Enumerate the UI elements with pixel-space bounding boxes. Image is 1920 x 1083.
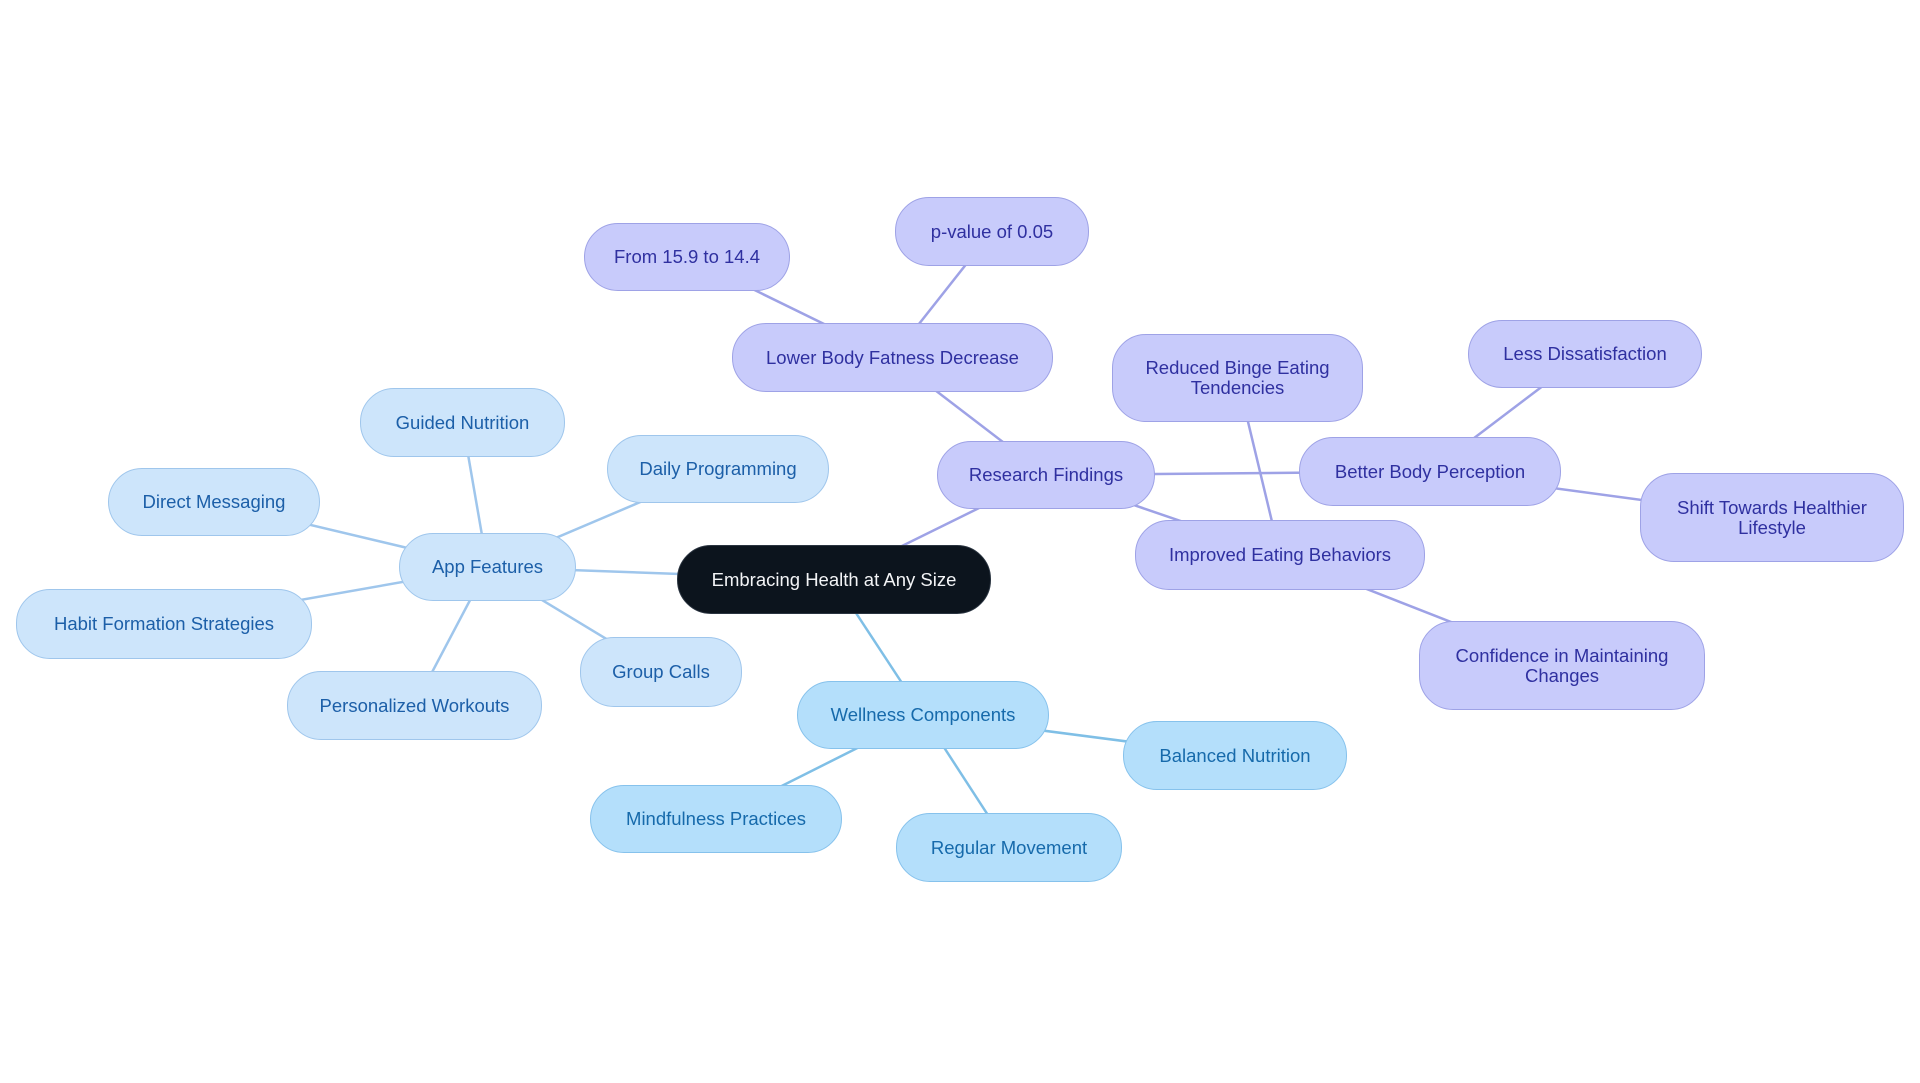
node-label: Wellness Components bbox=[830, 704, 1016, 725]
node-wellness-components[interactable]: Wellness Components bbox=[797, 681, 1049, 749]
mind-map-edges bbox=[163, 230, 1773, 849]
node-from-15-9-to-14-4[interactable]: From 15.9 to 14.4 bbox=[584, 223, 790, 291]
node-label: From 15.9 to 14.4 bbox=[613, 246, 761, 267]
node-less-dissatisfaction[interactable]: Less Dissatisfaction bbox=[1468, 320, 1702, 388]
node-group-calls[interactable]: Group Calls bbox=[580, 637, 742, 707]
node-reduced-binge-eating-tendencies[interactable]: Reduced Binge Eating Tendencies bbox=[1112, 334, 1363, 422]
node-research-findings[interactable]: Research Findings bbox=[937, 441, 1155, 509]
node-label: Guided Nutrition bbox=[395, 411, 530, 433]
node-label: p-value of 0.05 bbox=[930, 220, 1054, 242]
node-guided-nutrition[interactable]: Guided Nutrition bbox=[360, 388, 565, 457]
node-mindfulness-practices[interactable]: Mindfulness Practices bbox=[590, 785, 842, 853]
node-label: Embracing Health at Any Size bbox=[711, 568, 957, 590]
node-improved-eating-behaviors[interactable]: Improved Eating Behaviors bbox=[1135, 520, 1425, 590]
node-p-value[interactable]: p-value of 0.05 bbox=[895, 197, 1089, 266]
node-label: Direct Messaging bbox=[142, 491, 286, 512]
node-label: Confidence in Maintaining Changes bbox=[1455, 644, 1669, 686]
node-label: Better Body Perception bbox=[1334, 460, 1526, 482]
node-label: Habit Formation Strategies bbox=[53, 613, 275, 634]
node-label: App Features bbox=[431, 556, 544, 577]
node-personalized-workouts[interactable]: Personalized Workouts bbox=[287, 671, 542, 740]
node-label: Personalized Workouts bbox=[319, 694, 510, 716]
node-label: Mindfulness Practices bbox=[626, 808, 806, 829]
node-label: Regular Movement bbox=[930, 836, 1088, 858]
node-label: Lower Body Fatness Decrease bbox=[766, 346, 1019, 368]
node-label: Improved Eating Behaviors bbox=[1168, 544, 1392, 565]
node-direct-messaging[interactable]: Direct Messaging bbox=[108, 468, 320, 536]
node-label: Reduced Binge Eating Tendencies bbox=[1145, 357, 1330, 398]
node-balanced-nutrition[interactable]: Balanced Nutrition bbox=[1123, 721, 1347, 790]
node-label: Daily Programming bbox=[639, 458, 797, 479]
node-lower-body-fatness-decrease[interactable]: Lower Body Fatness Decrease bbox=[732, 323, 1053, 392]
root-node-embracing-health[interactable]: Embracing Health at Any Size bbox=[677, 545, 991, 614]
node-label: Research Findings bbox=[968, 464, 1124, 485]
node-label: Less Dissatisfaction bbox=[1503, 343, 1667, 364]
node-app-features[interactable]: App Features bbox=[399, 533, 576, 601]
node-daily-programming[interactable]: Daily Programming bbox=[607, 435, 829, 503]
node-label: Shift Towards Healthier Lifestyle bbox=[1677, 496, 1867, 538]
node-habit-formation-strategies[interactable]: Habit Formation Strategies bbox=[16, 589, 312, 659]
node-regular-movement[interactable]: Regular Movement bbox=[896, 813, 1122, 882]
node-better-body-perception[interactable]: Better Body Perception bbox=[1299, 437, 1561, 506]
node-label: Group Calls bbox=[612, 661, 710, 682]
node-confidence-in-maintaining-changes[interactable]: Confidence in Maintaining Changes bbox=[1419, 621, 1705, 710]
node-label: Balanced Nutrition bbox=[1159, 744, 1311, 766]
node-shift-towards-healthier-lifestyle[interactable]: Shift Towards Healthier Lifestyle bbox=[1640, 473, 1904, 562]
